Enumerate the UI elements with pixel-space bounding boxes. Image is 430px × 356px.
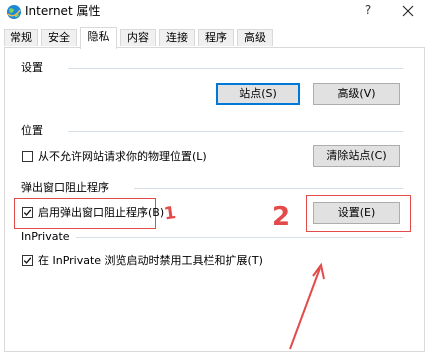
close-button[interactable] (393, 0, 423, 22)
globe-icon (7, 5, 21, 19)
close-icon (402, 5, 414, 17)
sites-button[interactable]: 站点(S) (216, 83, 300, 105)
settings-group-divider (68, 68, 403, 69)
inprivate-group-divider (75, 237, 403, 238)
tab-security[interactable]: 安全 (41, 29, 77, 46)
tab-advanced[interactable]: 高级 (237, 29, 273, 46)
popup-group-divider (134, 188, 403, 189)
title-bar: Internet 属性 ? (0, 0, 430, 26)
never-allow-location-row[interactable]: 从不允许网站请求你的物理位置(L) (22, 149, 282, 165)
disable-toolbars-checkbox[interactable] (22, 255, 33, 266)
enable-popup-blocker-checkbox[interactable] (22, 207, 33, 218)
settings-group-label: 设置 (21, 61, 49, 75)
popup-settings-button[interactable]: 设置(E) (313, 202, 400, 224)
disable-toolbars-label: 在 InPrivate 浏览启动时禁用工具栏和扩展(T) (38, 254, 263, 267)
enable-popup-blocker-row[interactable]: 启用弹出窗口阻止程序(B) (22, 205, 164, 221)
checkmark-icon (23, 257, 32, 264)
help-button[interactable]: ? (355, 0, 381, 22)
checkmark-icon (23, 209, 32, 216)
inprivate-group-label: InPrivate (21, 230, 76, 244)
advanced-button[interactable]: 高级(V) (313, 83, 400, 105)
never-allow-location-label: 从不允许网站请求你的物理位置(L) (38, 150, 207, 163)
tab-connections[interactable]: 连接 (159, 29, 195, 46)
tab-content[interactable]: 内容 (120, 29, 156, 46)
tab-general[interactable]: 常规 (4, 29, 38, 46)
tab-strip: 常规 安全 隐私 内容 连接 程序 高级 (0, 27, 430, 49)
tab-privacy[interactable]: 隐私 (80, 27, 117, 49)
location-group-label: 位置 (21, 124, 49, 138)
window-title: Internet 属性 (25, 4, 101, 18)
tab-programs[interactable]: 程序 (198, 29, 234, 46)
popup-group-label: 弹出窗口阻止程序 (21, 181, 115, 195)
location-group-divider (68, 131, 403, 132)
clear-sites-button[interactable]: 清除站点(C) (313, 145, 400, 167)
enable-popup-blocker-label: 启用弹出窗口阻止程序(B) (38, 206, 165, 219)
never-allow-location-checkbox[interactable] (22, 151, 33, 162)
disable-toolbars-row[interactable]: 在 InPrivate 浏览启动时禁用工具栏和扩展(T) (22, 253, 322, 269)
